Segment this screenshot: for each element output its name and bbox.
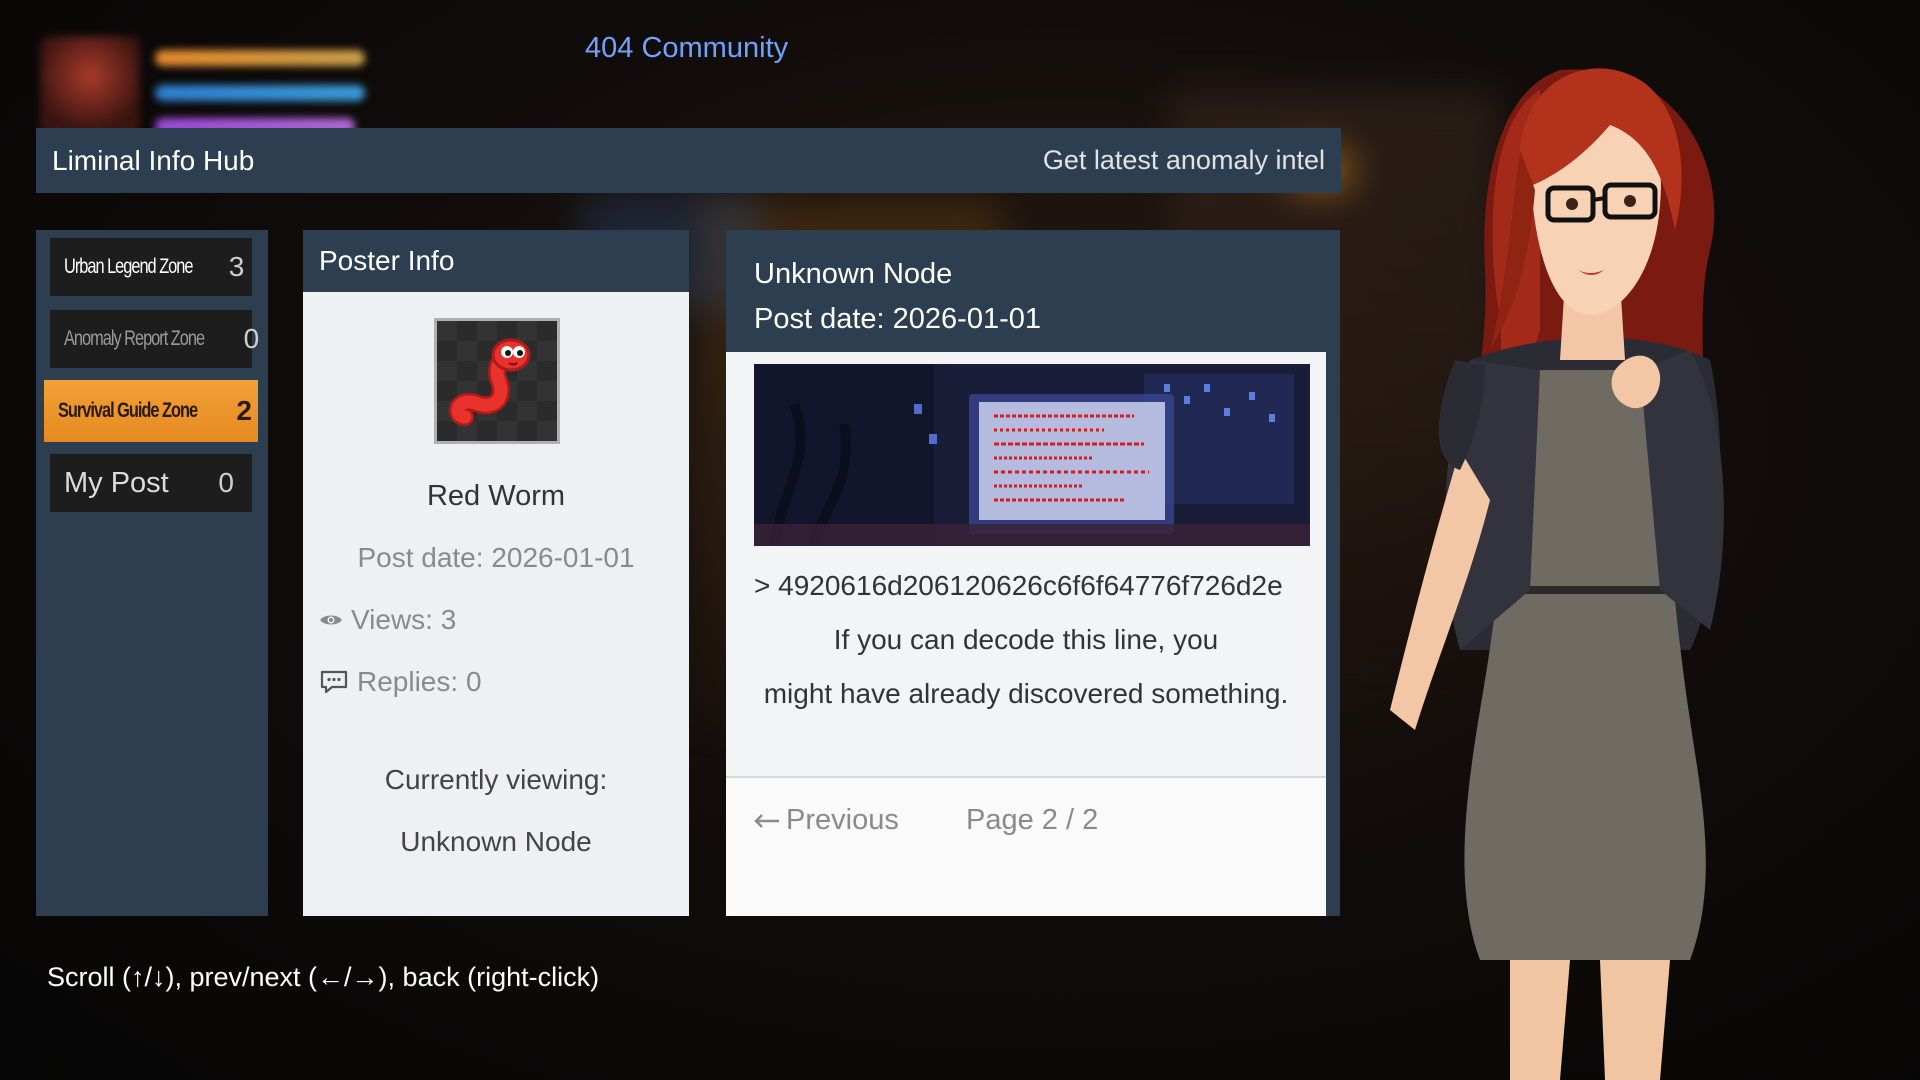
post-text-line: might have already discovered something. — [763, 678, 1289, 709]
post-body[interactable]: > 4920616d206120626c6f6f64776f726d2e If … — [726, 352, 1326, 916]
character-portrait — [1390, 30, 1920, 1080]
zone-label: Urban Legend Zone — [64, 255, 193, 278]
zone-count: 0 — [243, 323, 260, 354]
views-stat: Views: 3 — [319, 604, 456, 636]
post-date: Post date: 2026-01-01 — [754, 303, 1041, 335]
poster-info-panel: Poster Info Red Worm Post date: 2026-01-… — [303, 230, 689, 916]
arrow-left-icon — [754, 813, 779, 828]
replies-stat: Replies: 0 — [319, 666, 482, 698]
post-text-line: If you can decode this line, you — [833, 624, 1219, 655]
post-panel: Unknown Node Post date: 2026-01-01 > 492… — [726, 230, 1340, 916]
glitched-monitor-image — [754, 364, 1310, 546]
zone-count: 0 — [218, 467, 234, 498]
page-indicator: Page 2 / 2 — [966, 804, 1099, 836]
poster-info-heading: Poster Info — [303, 230, 689, 292]
post-image — [754, 364, 1310, 546]
player-avatar — [40, 36, 140, 136]
health-bar — [155, 50, 365, 66]
post-hex-line: > 4920616d206120626c6f6f64776f726d2e — [754, 570, 1283, 601]
zone-count: 3 — [228, 251, 245, 282]
replies-count: Replies: 0 — [357, 666, 482, 697]
anomaly-intel-link[interactable]: Get latest anomaly intel — [1043, 145, 1325, 176]
red-worm-icon — [437, 321, 557, 441]
zone-count: 2 — [236, 395, 252, 426]
player-hud — [30, 30, 390, 136]
zone-sidebar: Urban Legend Zone 3 Anomaly Report Zone … — [36, 230, 268, 916]
zone-label: Survival Guide Zone — [58, 399, 198, 422]
red-haired-woman-illustration — [1390, 68, 1724, 1080]
comment-icon — [320, 670, 348, 694]
poster-post-date: Post date: 2026-01-01 — [357, 542, 635, 573]
pagination-bar: Previous Page 2 / 2 — [726, 776, 1326, 916]
post-header: Unknown Node Post date: 2026-01-01 — [726, 230, 1340, 350]
sidebar-item-urban-legend[interactable]: Urban Legend Zone 3 — [50, 238, 252, 296]
previous-page-button[interactable]: Previous — [754, 804, 899, 837]
controls-hint: Scroll (↑/↓), prev/next (←/→), back (rig… — [47, 962, 600, 992]
energy-bar — [155, 85, 365, 101]
zone-label: My Post — [64, 466, 169, 499]
community-title: 404 Community — [585, 32, 789, 64]
forum-header: Liminal Info Hub Get latest anomaly inte… — [36, 128, 1341, 193]
forum-title: Liminal Info Hub — [52, 144, 255, 176]
sidebar-item-survival-guide[interactable]: Survival Guide Zone 2 — [44, 380, 258, 442]
zone-label: Anomaly Report Zone — [64, 327, 205, 350]
views-count: Views: 3 — [351, 604, 457, 635]
sidebar-item-my-post[interactable]: My Post 0 — [50, 454, 252, 512]
sidebar-item-anomaly-report[interactable]: Anomaly Report Zone 0 — [50, 310, 259, 368]
post-title: Unknown Node — [754, 258, 953, 290]
previous-label: Previous — [786, 804, 899, 836]
poster-avatar — [434, 318, 560, 444]
currently-viewing-value: Unknown Node — [400, 826, 592, 857]
poster-name: Red Worm — [426, 480, 566, 512]
eye-icon — [320, 615, 342, 625]
currently-viewing-label: Currently viewing: — [384, 764, 608, 795]
